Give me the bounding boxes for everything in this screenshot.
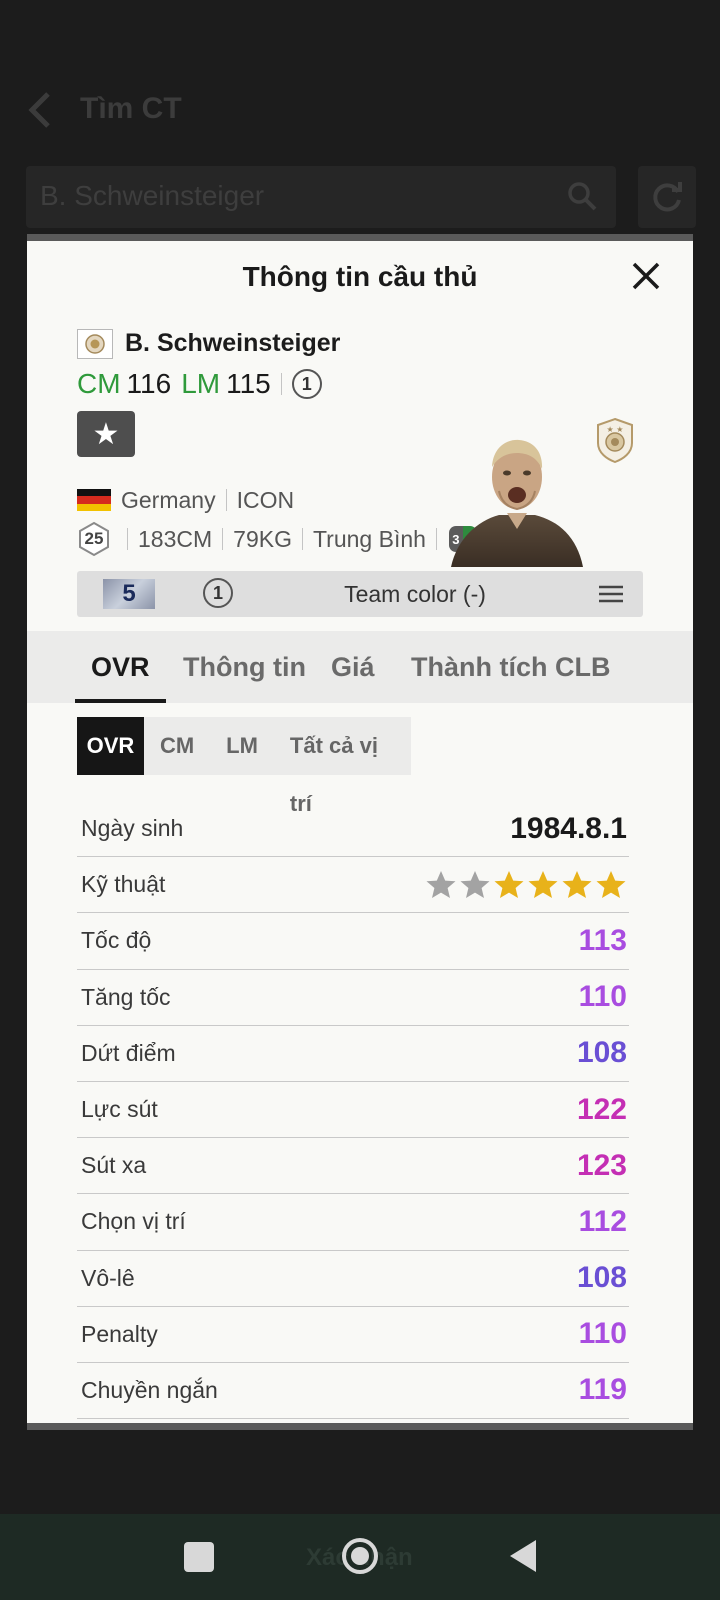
tab-ovr[interactable]: OVR — [75, 631, 165, 703]
stat-label: Chuyền ngắn — [81, 1376, 218, 1403]
stat-label: Kỹ thuật — [81, 871, 166, 898]
divider — [225, 489, 227, 511]
stat-label: Vô-lê — [81, 1264, 135, 1291]
height-value: 183CM — [138, 525, 213, 552]
nation-name: Germany — [121, 486, 216, 513]
player-attributes: 25 183CM 79KG Trung Bình 3 5 — [77, 519, 477, 559]
star-filled-icon — [596, 870, 626, 898]
divider — [301, 528, 303, 550]
player-name: B. Schweinsteiger — [125, 329, 341, 357]
upgrade-level-badge: 1 — [291, 369, 322, 399]
star-icon: ★ — [92, 417, 120, 451]
player-photo — [451, 439, 583, 567]
subtab-ovr[interactable]: OVR — [77, 717, 144, 775]
refresh-button[interactable] — [638, 166, 696, 228]
stat-value: 110 — [578, 1317, 627, 1351]
season-name: ICON — [236, 486, 295, 513]
stat-row: Vô-lê 108 — [77, 1251, 629, 1307]
position-ratings: CM 116 LM 115 1 — [77, 367, 322, 401]
divider — [280, 373, 282, 395]
stat-row: Lực sút 122 — [77, 1082, 629, 1139]
divider — [222, 528, 224, 550]
stat-row-birthdate: Ngày sinh 1984.8.1 — [77, 801, 629, 858]
stat-value: 1984.8.1 — [510, 811, 627, 845]
modal-title: Thông tin cầu thủ — [242, 261, 478, 292]
stat-row: Dứt điểm 108 — [77, 1026, 629, 1082]
search-input[interactable]: B. Schweinsteiger — [26, 166, 616, 228]
favorite-star-button[interactable]: ★ — [77, 411, 135, 457]
age-value: 25 — [84, 529, 104, 548]
divider — [435, 528, 437, 550]
star-filled-icon — [562, 870, 592, 898]
team-color-label: Team color (-) — [344, 581, 486, 607]
stat-row: Tốc độ 113 — [77, 913, 629, 970]
tab-info[interactable]: Thông tin — [183, 631, 306, 703]
stat-row: Penalty 110 — [77, 1307, 629, 1363]
stat-value: 123 — [576, 1148, 627, 1182]
subtab-lm[interactable]: LM — [210, 717, 274, 775]
star-empty-icon — [460, 870, 490, 898]
germany-flag-icon — [77, 489, 111, 511]
body-type-value: Trung Bình — [312, 525, 426, 552]
position-subtabs: OVR CM LM Tất cả vị trí — [77, 717, 411, 816]
search-icon[interactable] — [566, 180, 598, 212]
tab-club-achievements[interactable]: Thành tích CLB — [411, 631, 610, 703]
subtab-cm[interactable]: CM — [144, 717, 210, 775]
back-triangle-icon[interactable] — [506, 1538, 540, 1574]
stat-value: 112 — [578, 1204, 627, 1238]
stat-row: Sút xa 123 — [77, 1138, 629, 1195]
stat-label: Dứt điểm — [81, 1039, 176, 1066]
age-badge: 25 — [77, 521, 111, 557]
star-filled-icon — [528, 870, 558, 898]
stat-label: Penalty — [81, 1320, 158, 1347]
weight-value: 79KG — [233, 525, 292, 552]
stat-value: 108 — [576, 1036, 627, 1070]
stat-label: Lực sút — [81, 1096, 158, 1123]
refresh-icon — [653, 182, 682, 212]
stat-label: Tăng tốc — [81, 983, 171, 1010]
back-arrow-icon[interactable] — [24, 90, 60, 130]
position-ovr: 116 — [126, 368, 172, 399]
search-value: B. Schweinsteiger — [40, 180, 265, 211]
stat-row: Tăng tốc 110 — [77, 970, 629, 1026]
stat-row: Chọn vị trí 112 — [77, 1194, 629, 1251]
stat-label: Chọn vị trí — [81, 1208, 186, 1235]
stat-label: Sút xa — [81, 1152, 147, 1179]
divider — [127, 528, 128, 550]
stat-value: 113 — [578, 923, 627, 957]
menu-icon[interactable] — [599, 584, 623, 604]
stat-value: 119 — [578, 1373, 627, 1407]
main-tabs: OVR Thông tin Giá Thành tích CLB — [27, 631, 693, 703]
icon-crest-icon: ★ ★ — [597, 417, 633, 463]
position-label: CM — [77, 368, 121, 399]
tab-price[interactable]: Giá — [331, 631, 375, 703]
subtab-all-positions[interactable]: Tất cả vị trí — [274, 717, 411, 816]
page-title: Tìm CT — [80, 92, 182, 125]
stat-value: 110 — [578, 980, 627, 1014]
svg-text:★ ★: ★ ★ — [607, 425, 624, 434]
system-nav-bar: Xác nhận — [0, 1514, 720, 1600]
season-badge-icon — [77, 329, 113, 359]
stat-row-skill: Kỹ thuật — [77, 857, 629, 914]
close-icon[interactable] — [629, 259, 663, 293]
star-filled-icon — [494, 870, 524, 898]
nation-row: Germany ICON — [77, 485, 294, 515]
team-color-bar[interactable]: 5 1 Team color (-) — [77, 571, 643, 617]
stat-row: Chuyền ngắn 119 — [77, 1363, 629, 1420]
stats-list: Ngày sinh 1984.8.1 Kỹ thuật Tốc độ 113 Tăn… — [77, 801, 629, 1420]
stat-value: 122 — [576, 1092, 627, 1126]
position-ovr: 115 — [226, 368, 271, 399]
position-label: LM — [181, 368, 221, 399]
star-empty-icon — [426, 870, 456, 898]
skill-stars — [425, 869, 627, 901]
home-icon[interactable] — [340, 1536, 380, 1576]
app-header: Tìm CT — [0, 70, 720, 150]
stat-label: Ngày sinh — [81, 815, 184, 842]
player-info-modal: Thông tin cầu thủ B. Schweinsteiger CM 1… — [27, 234, 693, 1430]
recent-apps-icon[interactable] — [184, 1542, 214, 1572]
stat-label: Tốc độ — [81, 927, 152, 954]
stat-value: 108 — [576, 1261, 627, 1295]
